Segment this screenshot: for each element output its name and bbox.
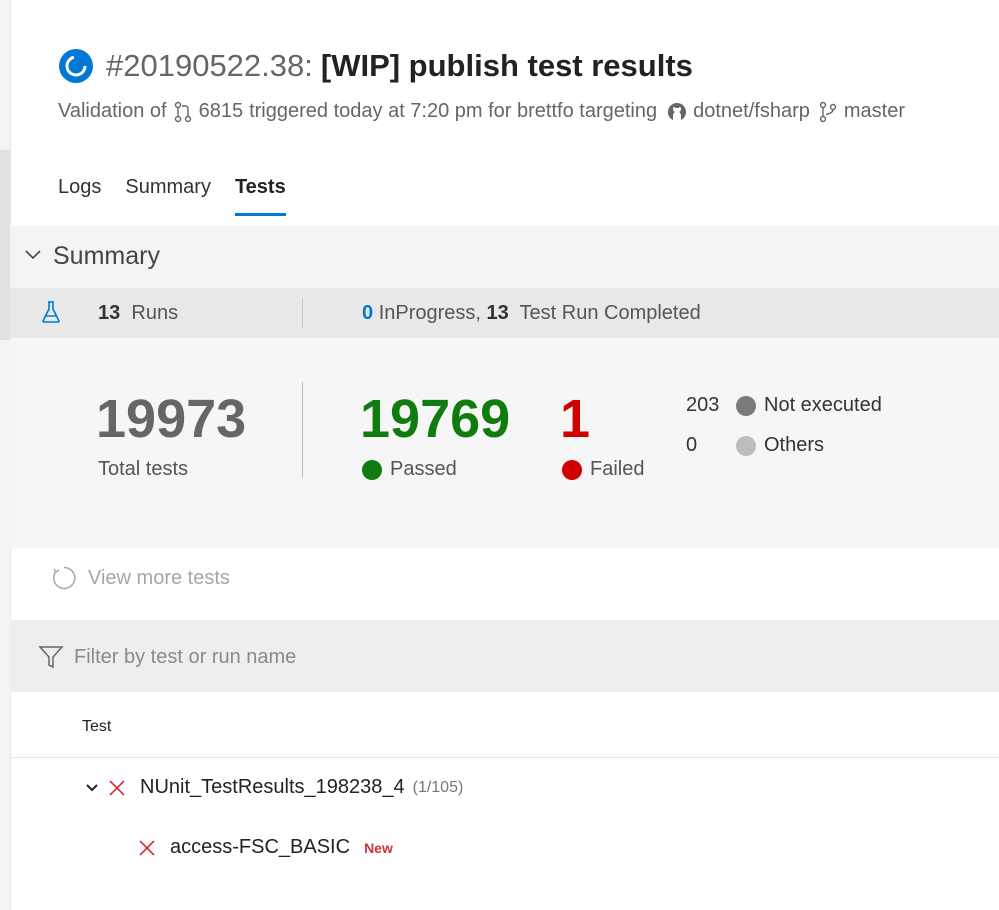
chevron-down-icon[interactable]: [24, 246, 42, 264]
others-legend: 0 Others: [686, 434, 824, 457]
others-dot-icon: [736, 435, 756, 456]
in-progress-status-icon: [59, 49, 93, 83]
filter-bar: [10, 620, 999, 692]
view-more-tests-button[interactable]: View more tests: [52, 566, 230, 590]
filter-input[interactable]: [72, 638, 676, 676]
failed-dot-icon: [562, 459, 582, 480]
pull-request-link[interactable]: 6815: [199, 100, 244, 123]
passed-label: Passed: [390, 458, 457, 480]
github-icon: [668, 102, 687, 121]
pull-request-icon: [174, 101, 191, 122]
page-title: [WIP] publish test results: [320, 48, 693, 83]
branch-link[interactable]: master: [844, 100, 905, 123]
view-more-label: View more tests: [88, 566, 230, 589]
tab-summary[interactable]: Summary: [125, 176, 211, 216]
table-row[interactable]: access-FSC_BASIC New: [138, 836, 393, 859]
stats-divider: [302, 382, 303, 478]
not-executed-value: 203: [686, 394, 720, 416]
runs-count: 13 Runs: [98, 302, 178, 325]
total-tests-label: Total tests: [98, 458, 189, 480]
flask-icon: [42, 301, 60, 323]
filter-icon: [38, 646, 64, 669]
tab-tests[interactable]: Tests: [234, 176, 286, 216]
passed-dot-icon: [362, 459, 382, 480]
not-executed-dot-icon: [736, 395, 756, 416]
not-executed-label: Not executed: [764, 394, 882, 416]
build-subtitle: Validation of 6815 triggered today at 7:…: [58, 100, 905, 123]
passed-value: 19769: [360, 389, 511, 449]
runs-count-value: 13: [98, 302, 121, 324]
completed-count: 13: [486, 302, 509, 324]
runs-label: Runs: [131, 302, 179, 324]
test-name: access-FSC_BASIC: [170, 836, 351, 858]
failed-x-icon: [139, 839, 155, 856]
failed-x-icon: [109, 779, 125, 796]
summary-section-header[interactable]: Summary: [10, 226, 999, 288]
left-nav-accent: [0, 150, 10, 340]
branch-icon: [819, 101, 837, 122]
passed-legend: Passed: [362, 458, 457, 481]
test-stats-panel: 19973 Total tests 19769 Passed 1 Failed …: [10, 338, 999, 548]
column-header-test[interactable]: Test: [82, 718, 111, 736]
runs-summary-bar: 13 Runs 0 InProgress, 13 Test Run Comple…: [10, 288, 999, 338]
page-title-row: #20190522.38: [WIP] publish test results: [58, 44, 693, 88]
summary-heading: Summary: [53, 242, 160, 270]
in-progress-label: InProgress,: [378, 302, 481, 324]
failed-legend: Failed: [562, 458, 644, 481]
subtitle-prefix: Validation of: [58, 100, 167, 122]
in-progress-count: 0: [362, 302, 374, 324]
refresh-icon: [53, 566, 76, 590]
others-label: Others: [764, 434, 825, 456]
table-header-divider: [10, 757, 999, 758]
table-row[interactable]: NUnit_TestResults_198238_4 (1/105): [84, 776, 463, 799]
others-value: 0: [686, 434, 698, 456]
test-run-name: NUnit_TestResults_198238_4: [140, 776, 405, 798]
build-number: #20190522.38:: [106, 48, 313, 83]
repository-link[interactable]: dotnet/fsharp: [693, 100, 810, 123]
test-run-count: (1/105): [412, 778, 464, 796]
subtitle-middle: triggered today at 7:20 pm for brettfo t…: [249, 100, 658, 122]
run-status-text: 0 InProgress, 13 Test Run Completed: [362, 302, 701, 325]
completed-label: Test Run Completed: [519, 302, 701, 324]
failed-value: 1: [560, 389, 591, 449]
failed-label: Failed: [590, 458, 645, 480]
new-badge: New: [364, 839, 393, 856]
divider: [302, 298, 303, 328]
tab-logs[interactable]: Logs: [58, 176, 101, 216]
total-tests-value: 19973: [96, 389, 247, 449]
chevron-down-icon[interactable]: [84, 780, 100, 796]
tab-bar: Logs Summary Tests: [58, 176, 310, 216]
not-executed-legend: 203 Not executed: [686, 394, 882, 417]
